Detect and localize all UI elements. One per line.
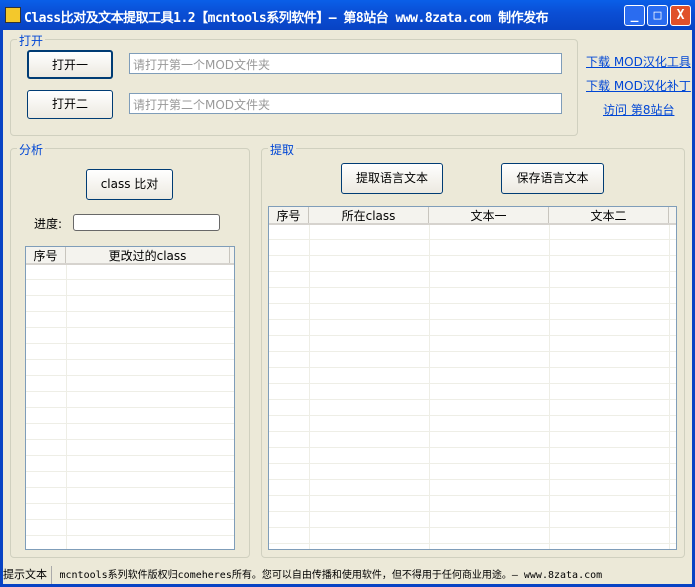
visit-site-link[interactable]: 访问 第8站台 bbox=[603, 101, 674, 118]
open-group-label: 打开 bbox=[17, 32, 46, 49]
extract-text-button[interactable]: 提取语言文本 bbox=[341, 163, 443, 194]
second-folder-input[interactable]: 请打开第二个MOD文件夹 bbox=[129, 93, 562, 114]
window-title: Class比对及文本提取工具1.2【mcntools系列软件】— 第8站台 ww… bbox=[24, 11, 549, 26]
maximize-button[interactable]: □ bbox=[647, 5, 668, 26]
column-header-index[interactable]: 序号 bbox=[26, 247, 66, 263]
status-text: mcntools系列软件版权归comeheres所有。您可以自由传播和使用软件，… bbox=[59, 570, 603, 581]
analysis-group-label: 分析 bbox=[17, 141, 46, 158]
column-header-index[interactable]: 序号 bbox=[269, 207, 309, 223]
status-label: 提示文本 bbox=[3, 566, 52, 584]
column-header-text1[interactable]: 文本一 bbox=[429, 207, 549, 223]
extract-group-label: 提取 bbox=[268, 141, 297, 158]
open-second-button[interactable]: 打开二 bbox=[27, 90, 113, 119]
open-first-button[interactable]: 打开一 bbox=[27, 50, 113, 79]
class-compare-button[interactable]: class 比对 bbox=[86, 169, 173, 200]
progress-bar bbox=[73, 214, 220, 231]
progress-label: 进度: bbox=[34, 217, 63, 231]
minimize-button[interactable]: _ bbox=[624, 5, 645, 26]
extracted-text-list[interactable]: 序号 所在class 文本一 文本二 bbox=[268, 206, 677, 550]
app-icon bbox=[5, 7, 21, 23]
first-folder-input[interactable]: 请打开第一个MOD文件夹 bbox=[129, 53, 562, 74]
close-button[interactable]: X bbox=[670, 5, 691, 26]
column-header-class[interactable]: 所在class bbox=[309, 207, 429, 223]
save-text-button[interactable]: 保存语言文本 bbox=[501, 163, 604, 194]
title-bar: Class比对及文本提取工具1.2【mcntools系列软件】— 第8站台 ww… bbox=[0, 0, 695, 30]
status-bar: 提示文本 mcntools系列软件版权归comeheres所有。您可以自由传播和… bbox=[3, 566, 692, 584]
column-header-class[interactable]: 更改过的class bbox=[66, 247, 230, 263]
download-tool-link[interactable]: 下载 MOD汉化工具 bbox=[586, 53, 691, 70]
column-header-text2[interactable]: 文本二 bbox=[549, 207, 669, 223]
changed-class-list[interactable]: 序号 更改过的class bbox=[25, 246, 235, 550]
download-patch-link[interactable]: 下载 MOD汉化补丁 bbox=[586, 77, 691, 94]
